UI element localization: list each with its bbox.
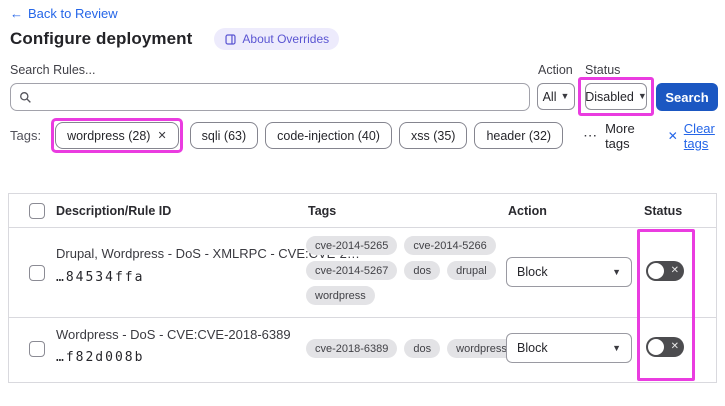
rule-tag-chip: cve-2014-5266	[404, 236, 496, 255]
ellipsis-icon: ⋯	[583, 127, 599, 143]
table-row: Drupal, Wordpress - DoS - XMLRPC - CVE:C…	[9, 228, 716, 318]
tag-pill-label: xss (35)	[410, 128, 456, 143]
status-dropdown[interactable]: Disabled ▼	[585, 83, 647, 110]
rule-tag-chip: dos	[404, 261, 441, 280]
column-header-action: Action	[508, 204, 547, 218]
more-tags-label: More tags	[605, 120, 635, 151]
column-header-description: Description/Rule ID	[56, 204, 172, 218]
rules-table: Description/Rule ID Tags Action Status D…	[8, 193, 717, 383]
clear-tags-label: Clear tags	[683, 120, 715, 151]
about-overrides-badge[interactable]: About Overrides	[214, 28, 340, 50]
rule-tag-chip: cve-2014-5265	[306, 236, 398, 255]
rule-tag-chip: dos	[404, 339, 441, 358]
back-to-review-link[interactable]: ← Back to Review	[10, 6, 118, 21]
search-button[interactable]: Search	[656, 83, 718, 111]
row-checkbox[interactable]	[29, 265, 45, 281]
tag-pill-header[interactable]: header (32)	[474, 122, 564, 149]
tag-pill-sqli[interactable]: sqli (63)	[189, 122, 259, 149]
title-row: Configure deployment About Overrides	[10, 28, 340, 50]
action-select-value: Block	[517, 341, 548, 355]
back-arrow-icon: ←	[10, 6, 23, 21]
column-header-tags: Tags	[308, 204, 337, 218]
status-label: Status	[585, 63, 621, 77]
column-header-status: Status	[644, 204, 683, 218]
highlight-selected-tag: wordpress (28) ✕	[51, 118, 183, 153]
table-row: Wordpress - DoS - CVE:CVE-2018-6389 …f82…	[9, 318, 716, 381]
clear-tags-button[interactable]: ✕ Clear tags	[668, 121, 725, 151]
about-overrides-label: About Overrides	[242, 32, 330, 46]
rule-tags: cve-2014-5265 cve-2014-5266 cve-2014-526…	[306, 236, 496, 305]
table-header-row: Description/Rule ID Tags Action Status	[9, 194, 716, 228]
rule-tag-chip: cve-2014-5267	[306, 261, 398, 280]
action-select[interactable]: Block ▼	[506, 333, 632, 363]
book-icon	[225, 33, 236, 45]
more-tags-button[interactable]: ⋯ More tags	[583, 121, 644, 151]
highlight-status-filter: Disabled ▼	[578, 77, 654, 116]
rule-tag-chip: drupal	[447, 261, 496, 280]
search-rules-label: Search Rules...	[10, 63, 96, 77]
tag-pill-label: code-injection (40)	[277, 128, 380, 143]
tag-pill-code-injection[interactable]: code-injection (40)	[265, 122, 392, 149]
tags-bar: Tags: wordpress (28) ✕ sqli (63) code-in…	[10, 117, 725, 154]
toggle-off-icon: ✕	[670, 265, 679, 276]
caret-down-icon: ▼	[612, 342, 621, 353]
tags-label: Tags:	[10, 128, 42, 143]
toggle-knob	[648, 263, 664, 279]
row-checkbox[interactable]	[29, 341, 45, 357]
toggle-knob	[648, 339, 664, 355]
action-select[interactable]: Block ▼	[506, 257, 632, 287]
rule-tags: cve-2018-6389 dos wordpress	[306, 339, 516, 358]
back-link-label: Back to Review	[28, 6, 118, 21]
clear-icon: ✕	[667, 128, 678, 143]
caret-down-icon: ▼	[637, 91, 647, 101]
rule-description: Wordpress - DoS - CVE:CVE-2018-6389	[56, 327, 291, 342]
search-input-container	[10, 83, 530, 111]
remove-tag-icon[interactable]: ✕	[157, 129, 166, 142]
rule-id: …f82d008b	[56, 350, 145, 365]
action-dropdown[interactable]: All ▼	[537, 83, 575, 110]
rule-tag-chip: wordpress	[306, 286, 375, 305]
tag-pill-label: sqli (63)	[201, 128, 247, 143]
status-dropdown-value: Disabled	[585, 89, 634, 104]
status-toggle[interactable]: ✕	[646, 337, 684, 357]
rule-tag-chip: cve-2018-6389	[306, 339, 398, 358]
tag-pill-xss[interactable]: xss (35)	[398, 122, 468, 149]
search-input[interactable]	[38, 89, 521, 105]
configure-deployment-page: ← Back to Review Configure deployment Ab…	[0, 0, 725, 406]
action-dropdown-value: All	[542, 89, 557, 104]
action-select-value: Block	[517, 265, 548, 279]
caret-down-icon: ▼	[612, 266, 621, 277]
selected-tag-label: wordpress (28)	[67, 128, 151, 143]
tag-pill-label: header (32)	[486, 128, 552, 143]
search-icon	[20, 91, 31, 103]
status-toggle[interactable]: ✕	[646, 261, 684, 281]
toggle-off-icon: ✕	[670, 341, 679, 352]
select-all-checkbox[interactable]	[29, 203, 45, 219]
selected-tag-pill-wordpress[interactable]: wordpress (28) ✕	[55, 122, 179, 149]
action-label: Action	[538, 63, 573, 77]
caret-down-icon: ▼	[560, 91, 570, 101]
rule-id: …84534ffa	[56, 270, 145, 285]
page-title: Configure deployment	[10, 29, 193, 48]
